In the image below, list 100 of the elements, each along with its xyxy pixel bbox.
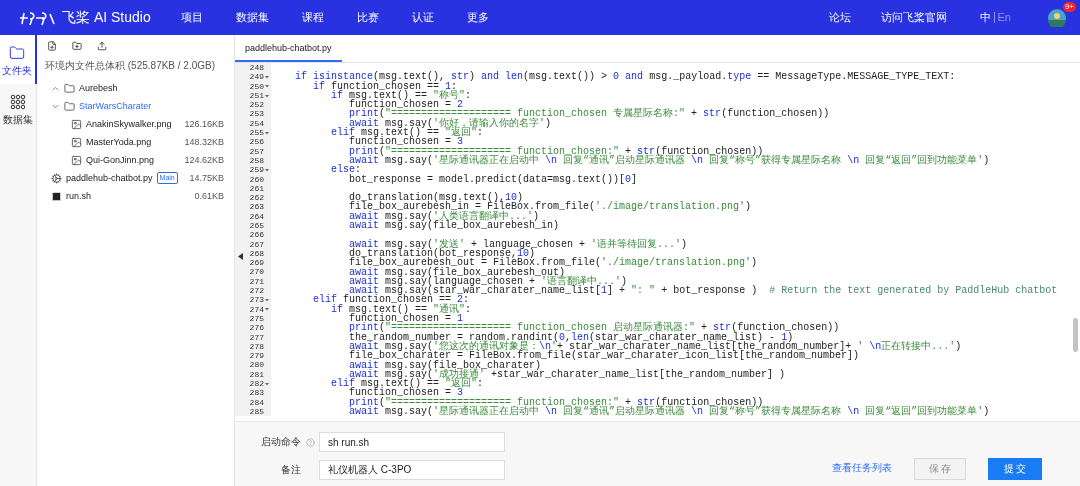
code-line: await msg.say(file_box_aurebesh_out): [348, 267, 566, 277]
line-number: 278: [249, 341, 264, 352]
line-number: 251: [249, 90, 264, 101]
gear-icon: [51, 172, 62, 184]
line-number: 274: [249, 304, 264, 315]
line-number: 269: [249, 258, 264, 268]
line-number: 254: [249, 118, 264, 129]
code-line: if function_chosen == 1:: [312, 81, 458, 91]
top-link[interactable]: 访问飞桨官网: [880, 10, 947, 25]
line-number: 264: [249, 211, 264, 222]
dots-grid-icon: [10, 94, 26, 110]
image-icon: [71, 154, 82, 166]
code-line: do_translation(msg.text(),10): [348, 193, 524, 203]
line-number: 285: [249, 406, 264, 417]
image-icon: [71, 136, 82, 148]
file-tree-item[interactable]: StarWarsCharater: [45, 97, 234, 115]
menu-item[interactable]: 认证: [411, 10, 434, 25]
line-number: 280: [249, 360, 264, 370]
notification-badge: 9+: [1062, 1, 1076, 12]
folder-icon: [64, 100, 75, 112]
nav-item[interactable]: 数据集: [0, 84, 36, 133]
line-number: 265: [249, 221, 264, 231]
file-tree-item[interactable]: AnakinSkywalker.png 126.16KB: [45, 115, 234, 133]
line-number: 281: [249, 369, 264, 380]
code-line: await msg.say(star_war_charater_name_list[1] + ": " + bot_response ) # Return the text generated by PaddleHub chatbot: [348, 286, 1058, 296]
line-number: 257: [249, 146, 264, 157]
code-line: print("==================== function_chosen 专属星际名称:" + str(function_chosen)): [348, 109, 830, 119]
top-link[interactable]: 论坛: [828, 10, 851, 25]
line-number: 275: [249, 313, 264, 324]
line-number: 262: [249, 193, 264, 203]
code-line: await msg.say('星际通讯器正在启动中 \n 回复“通讯”启动星际通讯器 \n 回复“称号”获得专属星际名称 \n 回复“返回”回到功能菜单'): [349, 155, 990, 166]
upload-icon[interactable]: [97, 41, 107, 51]
line-number: 250: [249, 81, 264, 91]
scrollbar[interactable]: [1073, 318, 1078, 352]
task-list-link[interactable]: 查看任务列表: [832, 461, 892, 475]
code-line: await msg.say('发送' + language_chosen + '语并等待回复...'): [348, 239, 688, 249]
menu-item[interactable]: 比赛: [356, 10, 379, 25]
storage-usage: 环境内文件总体积 (525.87KB / 2.0GB): [45, 59, 217, 73]
line-number: 267: [249, 239, 264, 249]
code-line: await msg.say(file_box_aurebesh_in): [348, 221, 560, 231]
new-folder-icon[interactable]: [72, 41, 82, 51]
line-number: 284: [249, 397, 264, 408]
code-line: function_chosen = 3: [349, 137, 464, 147]
line-number: 252: [249, 100, 264, 110]
line-number: 260: [249, 174, 264, 184]
line-number: 272: [249, 286, 264, 296]
code-line: if isinstance(msg.text(), str) and len(msg.text()) > 0 and msg._payload.type == MessageType.MESSAGE_TYPE_TEXT:: [294, 72, 956, 82]
line-number: 258: [249, 155, 264, 166]
new-file-icon[interactable]: [47, 41, 57, 51]
line-number: 276: [249, 323, 264, 333]
line-number: 255: [249, 128, 264, 138]
file-tree-item[interactable]: Qui-GonJinn.png 124.62KB: [45, 151, 234, 169]
field-label: 启动命令: [260, 435, 301, 449]
field-label: 备注: [280, 463, 301, 477]
line-number: 249: [249, 72, 264, 82]
file-tree-item[interactable]: MasterYoda.png 148.32KB: [45, 133, 234, 151]
line-number: 261: [249, 183, 264, 194]
code-line: do_translation(bot_response,10): [348, 248, 536, 259]
code-line: elif msg.text() == "返回":: [330, 128, 484, 138]
menu-item[interactable]: 数据集: [235, 10, 269, 25]
line-number: 273: [249, 295, 264, 305]
line-number: 283: [249, 388, 264, 398]
code-line: if msg.text() == "通讯":: [330, 304, 472, 314]
folder-icon: [9, 45, 25, 61]
code-line: function_chosen = 3: [348, 388, 464, 398]
terminal-icon: [51, 190, 62, 202]
logo-icon: [18, 9, 58, 26]
code-line: await msg.say('星际通讯器正在启动中 \n 回复“通讯”启动星际通讯器 \n 回复“称号”获得专属星际名称 \n 回复“返回”回到功能菜单'): [348, 407, 990, 417]
line-number: 271: [249, 276, 264, 287]
code-line: bot_response = model.predict(data=msg.text())[0]: [348, 174, 638, 184]
line-number: 268: [249, 248, 264, 259]
brand-name: 飞桨 AI Studio: [62, 8, 151, 27]
code-line: else:: [330, 165, 362, 175]
text-field[interactable]: 礼仪机器人 C-3PO: [319, 460, 505, 480]
image-icon: [71, 118, 82, 130]
line-number: 259: [249, 165, 264, 175]
menu-item[interactable]: 项目: [180, 10, 203, 25]
line-number: 263: [249, 202, 264, 212]
line-number: 253: [249, 109, 264, 119]
file-tree-item[interactable]: run.sh 0.61KB: [45, 187, 234, 205]
language-option[interactable]: 中: [976, 12, 994, 23]
avatar[interactable]: [1048, 8, 1066, 27]
line-number: 282: [249, 379, 264, 389]
collapse-icon[interactable]: [238, 253, 243, 260]
line-number: 266: [249, 230, 264, 240]
code-line: file_box_aurebesh_out = FileBox.from_file('./image/translation.png'): [348, 258, 758, 268]
code-line: file_box_charater = FileBox.from_file(star_war_charater_icon_list[the_random_number]): [348, 351, 860, 361]
line-number: 270: [249, 267, 264, 277]
line-number: 279: [249, 351, 264, 361]
file-tree-item[interactable]: Aurebesh: [45, 79, 234, 97]
submit-button[interactable]: 提 交: [988, 458, 1042, 480]
menu-item[interactable]: 更多: [466, 10, 489, 25]
line-number: 277: [249, 332, 264, 342]
code-line: print("==================== function_chosen 启动星际通讯器:" + str(function_chosen)): [348, 323, 840, 333]
text-field[interactable]: sh run.sh: [319, 432, 505, 452]
menu-item[interactable]: 课程: [301, 10, 324, 25]
nav-item[interactable]: 文件夹: [0, 35, 37, 84]
code-line: file_box_aurebesh_in = FileBox.from_file('./image/translation.png'): [348, 202, 752, 212]
line-number: 256: [249, 137, 264, 147]
line-number: 248: [249, 63, 264, 73]
